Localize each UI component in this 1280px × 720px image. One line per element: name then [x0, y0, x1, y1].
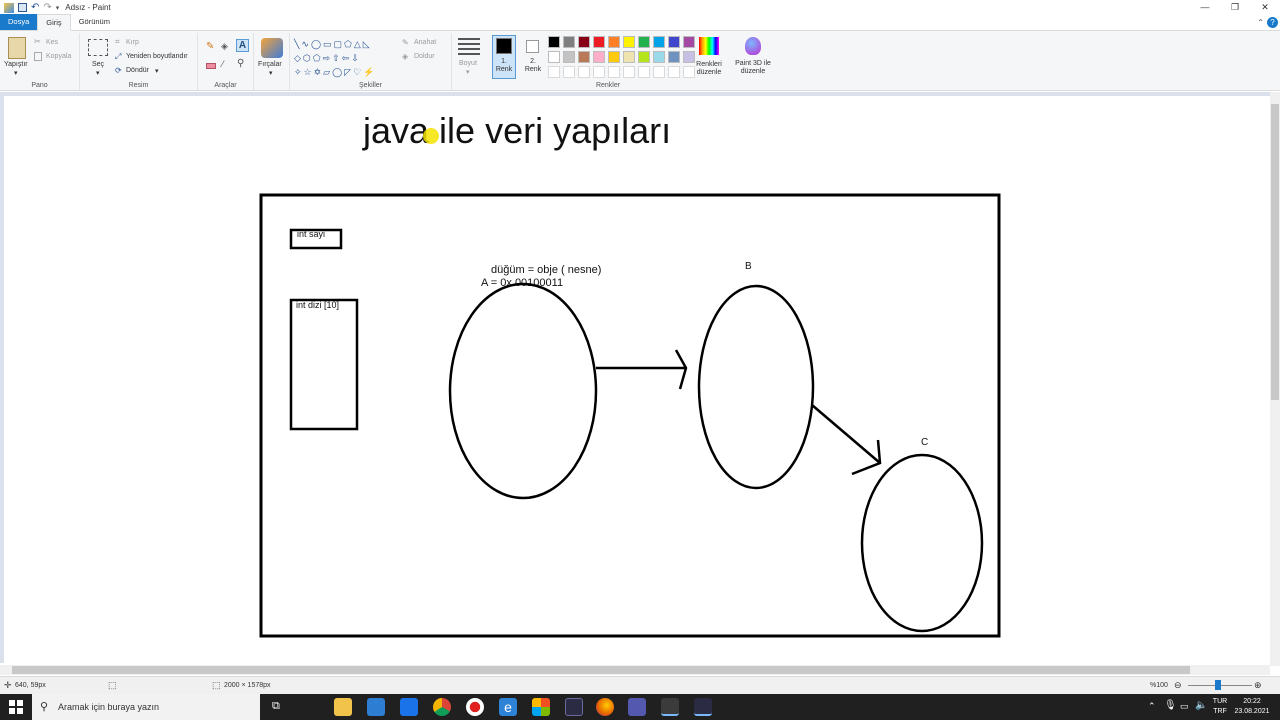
- int-dizi-box: [289, 298, 359, 431]
- status-bar: ✛ 640, 59px ⬚ ⬚ 2000 × 1578px %100 ⊖ ⊕: [0, 676, 1280, 694]
- cursor-highlight: [423, 128, 439, 144]
- network-icon[interactable]: ▭: [1180, 701, 1189, 712]
- outer-frame: [259, 193, 1001, 638]
- paint-window: ↶ ↷ ▾ Adsız - Paint — ❐ ✕ Dosya Giriş Gö…: [0, 0, 1280, 720]
- search-placeholder: Aramak için buraya yazın: [58, 702, 160, 712]
- zoom-slider-thumb[interactable]: [1215, 680, 1221, 690]
- cursor-position-icon: ✛: [4, 680, 12, 690]
- node-c-label: C: [921, 437, 928, 448]
- cursor-position: 640, 59px: [15, 682, 46, 689]
- language: TUR: [1212, 698, 1228, 705]
- canvas-size-icon: ⬚: [212, 680, 221, 690]
- file-explorer-icon[interactable]: [334, 698, 352, 716]
- int-sayi-label: int sayi: [297, 229, 325, 239]
- arrow-a-to-b: [596, 349, 688, 390]
- teams-icon[interactable]: [628, 698, 646, 716]
- office-icon[interactable]: [532, 698, 550, 716]
- keyboard-layout: TRF: [1213, 708, 1227, 715]
- clock-time: 20:22: [1243, 698, 1261, 705]
- app-icon[interactable]: [565, 698, 583, 716]
- node-definition-label: düğüm = obje ( nesne): [491, 264, 601, 276]
- firefox-icon[interactable]: [596, 698, 614, 716]
- zoom-level: %100: [1150, 682, 1168, 689]
- taskbar: ⚲ Aramak için buraya yazın ⧉ e ⌃ 🎙 ▭ 🔈 T…: [0, 694, 1280, 720]
- start-button[interactable]: [9, 700, 23, 714]
- node-c-ellipse: [860, 453, 984, 633]
- app-icon-2[interactable]: [694, 698, 712, 716]
- recorder-icon[interactable]: [466, 698, 484, 716]
- microphone-icon[interactable]: 🎙: [1164, 700, 1177, 711]
- arrow-b-to-c: [811, 404, 882, 476]
- chrome-icon[interactable]: [433, 698, 451, 716]
- int-dizi-label: int dizi [10]: [296, 300, 339, 310]
- zoom-out-button[interactable]: ⊖: [1174, 680, 1182, 691]
- paint-taskbar-icon[interactable]: [661, 698, 679, 716]
- node-b-ellipse: [697, 284, 815, 490]
- zoom-in-button[interactable]: ⊕: [1254, 680, 1262, 691]
- drawing-title: java ile veri yapıları: [362, 110, 671, 151]
- clock-date: 23.08.2021: [1234, 708, 1270, 715]
- volume-icon[interactable]: 🔈: [1195, 700, 1207, 711]
- horizontal-scroll-thumb[interactable]: [12, 666, 1190, 674]
- language-indicator[interactable]: TUR TRF: [1210, 697, 1230, 717]
- mail-icon[interactable]: [400, 698, 418, 716]
- task-view-icon[interactable]: ⧉: [272, 700, 280, 713]
- edge-icon[interactable]: e: [499, 698, 517, 716]
- clock[interactable]: 20:22 23.08.2021: [1233, 697, 1271, 717]
- taskbar-search[interactable]: ⚲ Aramak için buraya yazın: [32, 694, 260, 720]
- vertical-scroll-thumb[interactable]: [1271, 104, 1279, 400]
- store-icon[interactable]: [367, 698, 385, 716]
- tray-overflow-icon[interactable]: ⌃: [1148, 701, 1156, 712]
- search-icon: ⚲: [40, 701, 49, 713]
- canvas-size: 2000 × 1578px: [224, 682, 271, 689]
- node-a-ellipse: [448, 282, 598, 500]
- drawing-layer: java ile veri yapıları int sayi int dizi…: [259, 110, 1001, 638]
- node-b-label: B: [745, 261, 752, 272]
- selection-size-icon: ⬚: [108, 680, 117, 690]
